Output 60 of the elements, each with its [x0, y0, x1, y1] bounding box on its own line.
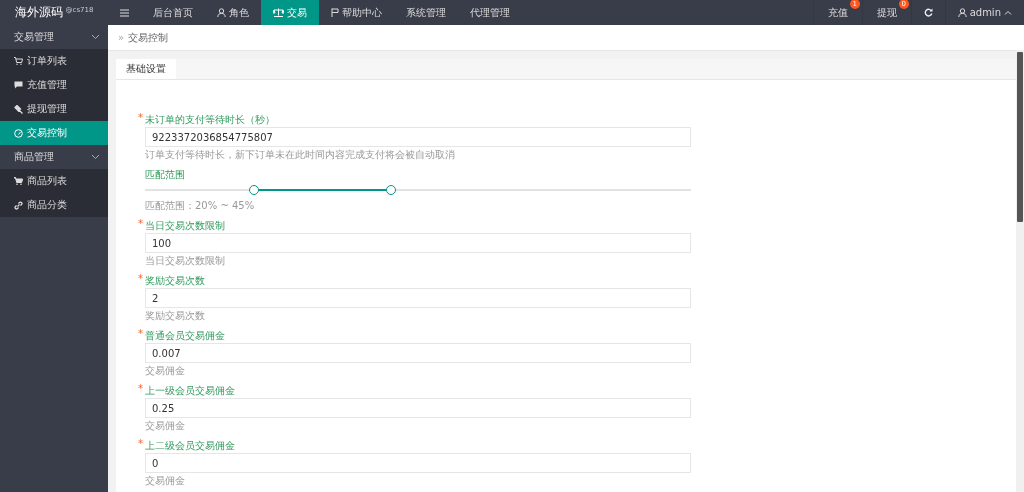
caret-icon	[1004, 10, 1012, 15]
nav-tab[interactable]: 代理管理	[458, 0, 522, 25]
balance-icon	[273, 8, 284, 17]
range-slider[interactable]	[145, 184, 691, 196]
speech-bubble-icon	[14, 81, 23, 89]
cart-icon	[14, 57, 23, 65]
chevron-icon	[91, 34, 100, 40]
chevron-icon	[91, 154, 100, 160]
help-text: 交易佣金	[145, 365, 186, 376]
field-label: 上二级会员交易佣金	[145, 440, 235, 451]
help-text: 奖励交易次数	[145, 310, 206, 321]
nav-tab[interactable]: 交易	[261, 0, 319, 25]
menu-item[interactable]: 充值管理	[0, 73, 108, 97]
slider-handle[interactable]	[385, 185, 396, 195]
flag-icon	[331, 8, 339, 17]
nav-tab[interactable]: 后台首页	[141, 0, 205, 25]
nav-tab[interactable]: 系统管理	[394, 0, 458, 25]
help-text: 订单支付等待时长，新下订单未在此时间内容完成支付将会被自动取消	[145, 149, 456, 160]
field-label: 未订单的支付等待时长（秒）	[145, 114, 275, 125]
slider-handle[interactable]	[249, 185, 260, 195]
gavel-icon	[14, 104, 23, 114]
input-field[interactable]: 100	[145, 233, 691, 253]
input-field[interactable]: 2	[145, 288, 691, 308]
breadcrumb-separator: »	[118, 32, 125, 43]
nav-tab[interactable]: 角色	[205, 0, 261, 25]
required-mark: *	[138, 273, 143, 284]
menu-item[interactable]: 提现管理	[0, 97, 108, 121]
field-label: 奖励交易次数	[145, 275, 205, 286]
logo-title: 海外源码	[14, 4, 63, 21]
user-icon	[957, 8, 967, 17]
help-text: 交易佣金	[145, 475, 186, 486]
tab[interactable]: 基础设置	[116, 59, 176, 79]
help-text: 匹配范围：20% ~ 45%	[145, 200, 256, 211]
menu-item[interactable]: 商品列表	[0, 169, 108, 193]
gauge-icon	[14, 128, 23, 138]
menu-item[interactable]: 商品分类	[0, 193, 108, 217]
help-text: 交易佣金	[145, 420, 186, 431]
required-mark: *	[138, 383, 143, 394]
required-mark: *	[138, 218, 143, 229]
nav-tab[interactable]: 帮助中心	[319, 0, 394, 25]
input-field[interactable]: 9223372036854775807	[145, 127, 691, 147]
user-icon	[217, 8, 226, 17]
input-field[interactable]: 0	[145, 453, 691, 473]
field-label: 上一级会员交易佣金	[145, 385, 235, 396]
required-mark: *	[138, 438, 143, 449]
refresh-icon[interactable]	[923, 8, 933, 17]
required-mark: *	[138, 112, 143, 123]
menu-icon[interactable]	[120, 8, 129, 17]
link-icon	[14, 200, 23, 210]
field-label: 当日交易次数限制	[145, 220, 225, 231]
input-field[interactable]: 0.25	[145, 398, 691, 418]
help-text: 当日交易次数限制	[145, 255, 226, 266]
cart-icon	[14, 177, 23, 185]
menu-item[interactable]: 交易控制	[0, 121, 108, 145]
menu-item[interactable]: 订单列表	[0, 49, 108, 73]
field-label: 普通会员交易佣金	[145, 330, 225, 341]
input-field[interactable]: 0.007	[145, 343, 691, 363]
required-mark: *	[138, 328, 143, 339]
breadcrumb-link[interactable]: 交易控制	[128, 30, 169, 45]
field-label: 匹配范围	[145, 169, 185, 180]
